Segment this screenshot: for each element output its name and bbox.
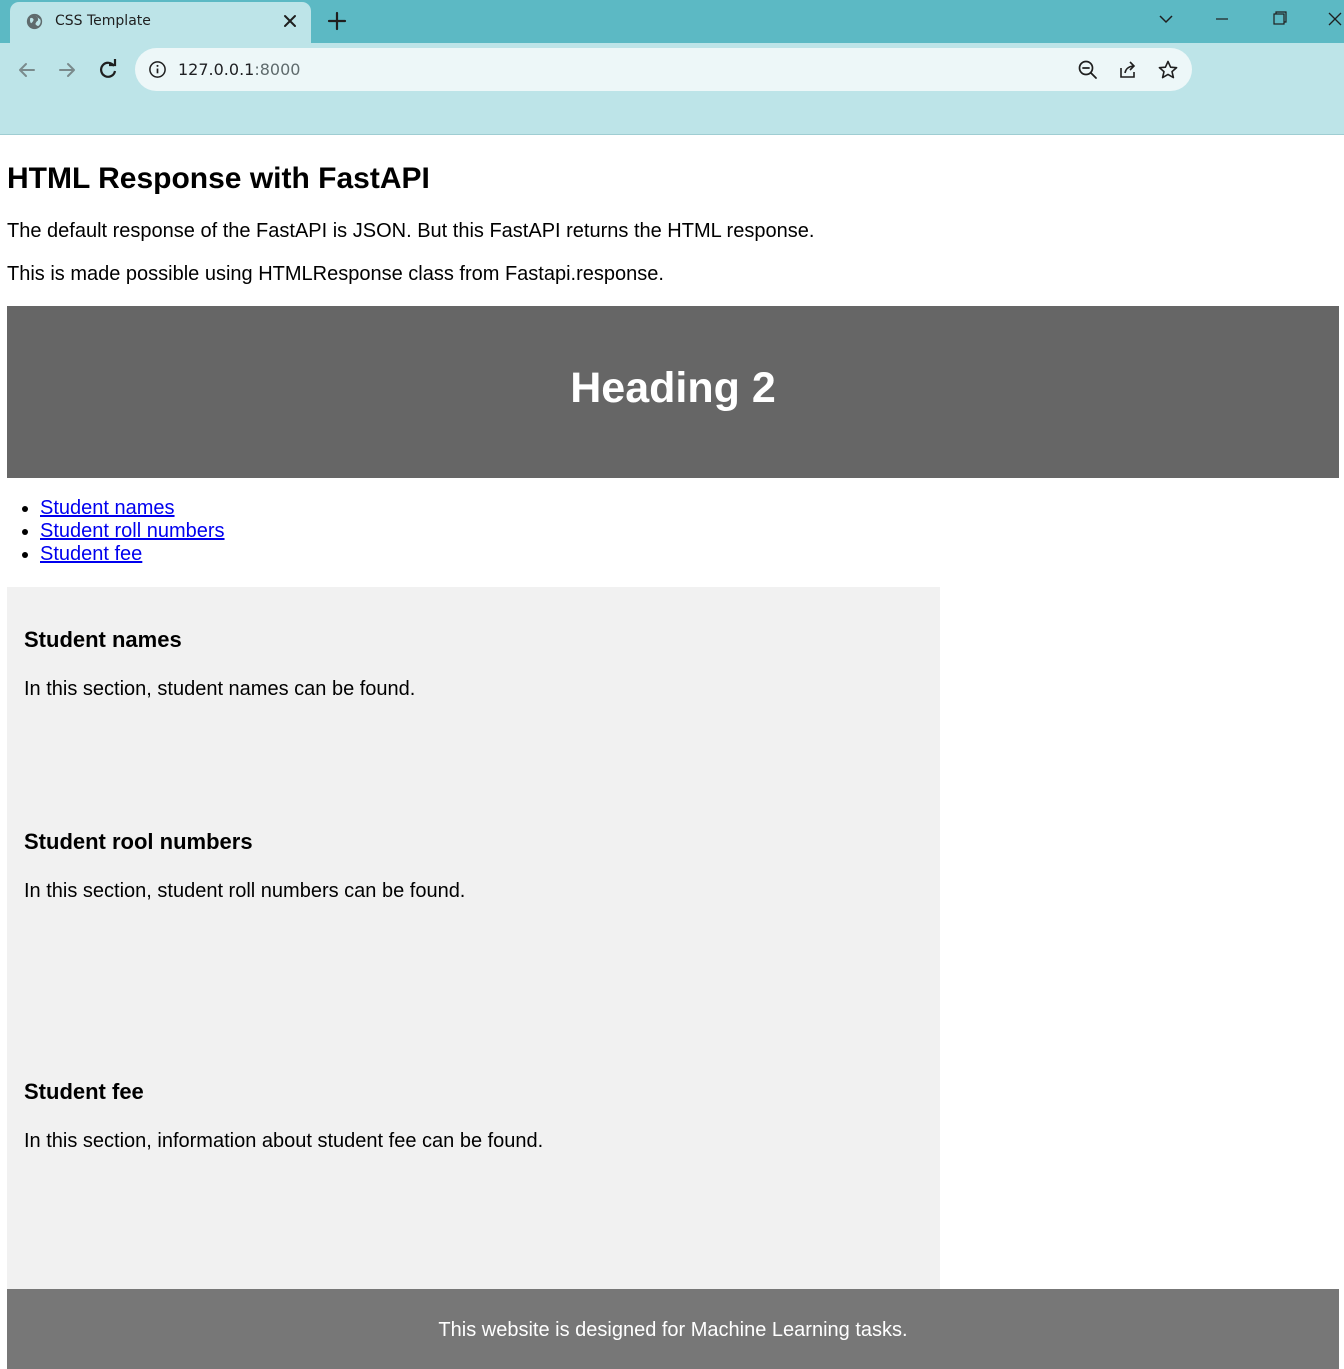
nav-list-item: Student fee bbox=[40, 543, 225, 566]
hero-banner: Heading 2 bbox=[7, 306, 1339, 478]
share-icon[interactable] bbox=[1117, 59, 1139, 81]
section-text-student-roll-numbers: In this section, student roll numbers ca… bbox=[24, 880, 466, 902]
section-text-student-fee: In this section, information about stude… bbox=[24, 1130, 544, 1152]
browser-toolbar: 127.0.0.1:8000 bbox=[0, 43, 1344, 135]
link-student-roll-numbers[interactable]: Student roll numbers bbox=[40, 520, 225, 542]
page-footer: This website is designed for Machine Lea… bbox=[7, 1289, 1339, 1369]
link-student-names[interactable]: Student names bbox=[40, 497, 175, 519]
forward-arrow-icon[interactable] bbox=[54, 57, 80, 83]
window-close-icon[interactable] bbox=[1322, 8, 1344, 30]
section-title-student-fee: Student fee bbox=[24, 1079, 144, 1104]
zoom-out-icon[interactable] bbox=[1077, 59, 1099, 81]
section-title-student-names: Student names bbox=[24, 627, 182, 652]
back-arrow-icon[interactable] bbox=[14, 57, 40, 83]
section-title-student-roll-numbers: Student rool numbers bbox=[24, 829, 253, 854]
section-text-student-names: In this section, student names can be fo… bbox=[24, 678, 416, 700]
restore-icon[interactable] bbox=[1266, 8, 1292, 30]
url-text[interactable]: 127.0.0.1:8000 bbox=[178, 60, 300, 79]
star-icon[interactable] bbox=[1157, 59, 1179, 81]
nav-list-item: Student roll numbers bbox=[40, 520, 225, 543]
hero-heading: Heading 2 bbox=[570, 364, 776, 412]
tab-title: CSS Template bbox=[55, 13, 151, 29]
intro-paragraph-1: The default response of the FastAPI is J… bbox=[7, 220, 815, 242]
globe-icon bbox=[26, 13, 43, 30]
intro-paragraph-2: This is made possible using HTMLResponse… bbox=[7, 263, 664, 285]
browser-tab-strip: CSS Template bbox=[0, 0, 1344, 43]
link-student-fee[interactable]: Student fee bbox=[40, 543, 142, 565]
sections-panel: Student names In this section, student n… bbox=[7, 587, 940, 1289]
url-port: :8000 bbox=[254, 60, 301, 79]
close-icon[interactable] bbox=[280, 11, 300, 31]
address-bar[interactable]: 127.0.0.1:8000 bbox=[135, 48, 1192, 91]
chevron-down-icon[interactable] bbox=[1153, 8, 1179, 30]
footer-text: This website is designed for Machine Lea… bbox=[438, 1319, 908, 1341]
nav-list-item: Student names bbox=[40, 497, 225, 520]
minimize-icon[interactable] bbox=[1209, 8, 1235, 30]
url-host: 127.0.0.1 bbox=[178, 60, 255, 79]
page-title: HTML Response with FastAPI bbox=[7, 162, 430, 195]
section-nav-list: Student names Student roll numbers Stude… bbox=[40, 497, 225, 566]
info-icon[interactable] bbox=[148, 60, 167, 79]
browser-tab[interactable]: CSS Template bbox=[10, 2, 311, 43]
plus-icon[interactable] bbox=[326, 10, 348, 32]
reload-icon[interactable] bbox=[95, 57, 121, 83]
